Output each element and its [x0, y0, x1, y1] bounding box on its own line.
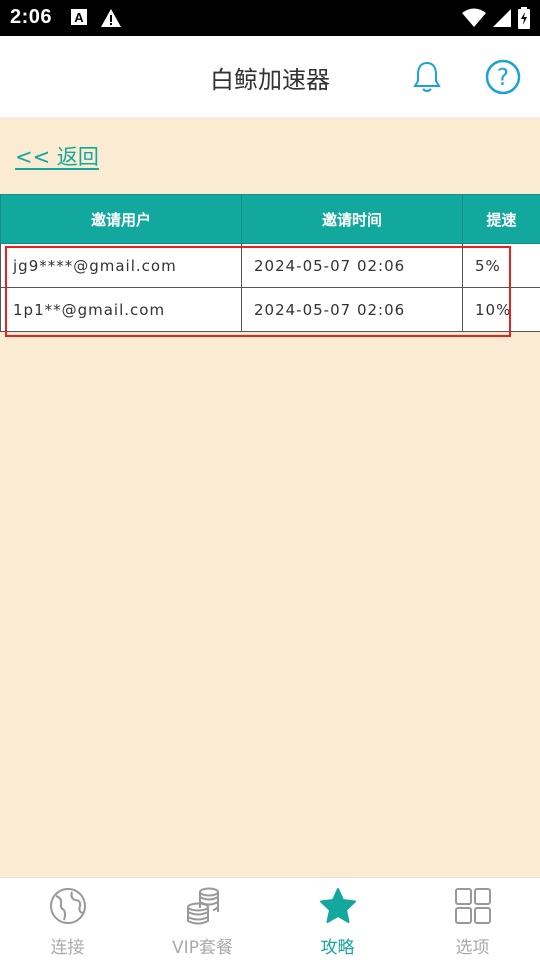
- svg-text:A: A: [74, 10, 84, 25]
- font-notification-icon: A: [70, 8, 88, 30]
- app-bar: 白鲸加速器 ?: [0, 36, 540, 118]
- status-bar: 2:06 A: [0, 0, 540, 36]
- tab-label: 攻略: [320, 938, 355, 958]
- coins-icon: [183, 886, 223, 930]
- tab-guide[interactable]: 攻略: [270, 878, 405, 960]
- star-icon: [318, 886, 358, 930]
- bell-icon[interactable]: [411, 60, 443, 98]
- tab-options[interactable]: 选项: [405, 878, 540, 960]
- battery-charging-icon: [518, 7, 530, 33]
- header-invite-time: 邀请时间: [241, 194, 463, 244]
- tab-label: 选项: [455, 938, 490, 958]
- page-title: 白鲸加速器: [210, 66, 330, 94]
- help-icon[interactable]: ?: [484, 58, 522, 100]
- bottom-tab-bar: 连接 VIP套餐 攻略 选项: [0, 877, 540, 960]
- table-header-row: 邀请用户 邀请时间 提速: [0, 194, 540, 244]
- grid-icon: [453, 886, 493, 930]
- tab-label: VIP套餐: [172, 938, 233, 958]
- tab-connect[interactable]: 连接: [0, 878, 135, 960]
- wifi-icon: [462, 8, 486, 32]
- globe-icon: [48, 886, 88, 930]
- status-time: 2:06: [10, 6, 53, 28]
- back-link[interactable]: << 返回: [15, 141, 99, 171]
- warning-icon: [100, 8, 122, 32]
- header-speedup: 提速: [462, 194, 540, 244]
- tab-vip[interactable]: VIP套餐: [135, 878, 270, 960]
- highlight-box: [5, 246, 511, 337]
- header-invited-user: 邀请用户: [0, 194, 242, 244]
- cellular-signal-icon: [492, 8, 512, 32]
- svg-text:?: ?: [497, 65, 509, 91]
- tab-label: 连接: [50, 938, 85, 958]
